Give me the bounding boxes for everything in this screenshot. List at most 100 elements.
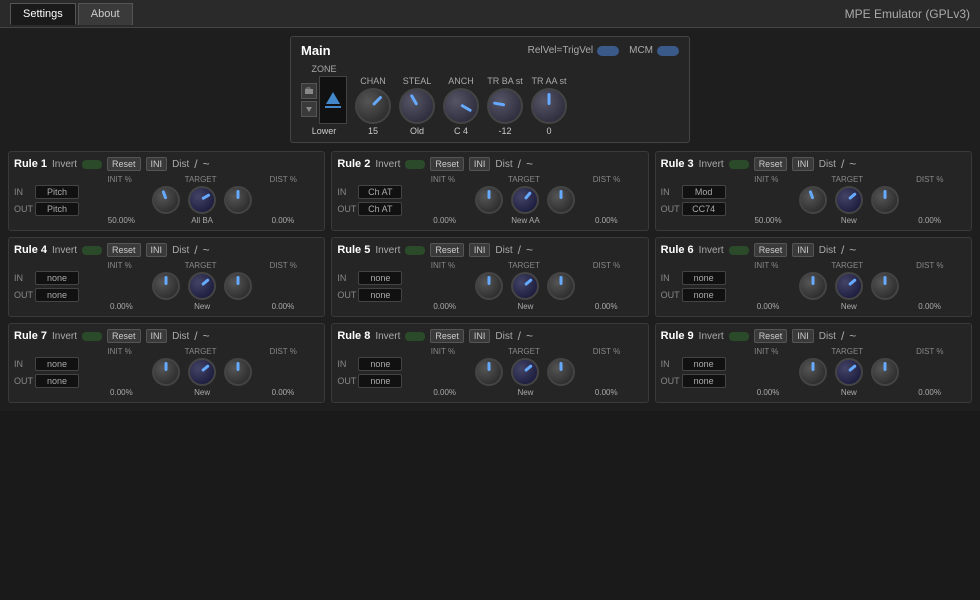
rule-4-ini-btn[interactable]: INI — [146, 243, 168, 257]
rule-1-out-value[interactable]: Pitch — [35, 202, 79, 216]
rule-8-ini-btn[interactable]: INI — [469, 329, 491, 343]
rule-2-invert-toggle[interactable] — [405, 160, 425, 169]
rule-5-wave1-icon[interactable]: / — [518, 243, 521, 257]
rule-2-ini-btn[interactable]: INI — [469, 157, 491, 171]
rule-4-wave1-icon[interactable]: / — [194, 243, 197, 257]
tr-ba-knob[interactable] — [487, 88, 523, 124]
rule-6-reset-btn[interactable]: Reset — [754, 243, 788, 257]
rule-4-target-knob[interactable] — [188, 272, 216, 300]
rule-6-target-knob[interactable] — [835, 272, 863, 300]
rule-5-invert-toggle[interactable] — [405, 246, 425, 255]
rule-2-wave2-icon[interactable]: ~ — [526, 157, 533, 171]
rule-6-in-value[interactable]: none — [682, 271, 726, 285]
rule-6-out-value[interactable]: none — [682, 288, 726, 302]
rule-8-wave1-icon[interactable]: / — [518, 329, 521, 343]
rule-6-wave2-icon[interactable]: ~ — [849, 243, 856, 257]
tab-about[interactable]: About — [78, 3, 133, 25]
rule-5-out-value[interactable]: none — [358, 288, 402, 302]
rule-7-ini-btn[interactable]: INI — [146, 329, 168, 343]
rule-2-reset-btn[interactable]: Reset — [430, 157, 464, 171]
rule-4-in-value[interactable]: none — [35, 271, 79, 285]
rule-4-dist-knob[interactable] — [224, 272, 252, 300]
rule-3-wave2-icon[interactable]: ~ — [849, 157, 856, 171]
rule-5-target-knob[interactable] — [511, 272, 539, 300]
rule-8-init-knob[interactable] — [475, 358, 503, 386]
rule-6-init-knob[interactable] — [799, 272, 827, 300]
rule-8-invert-toggle[interactable] — [405, 332, 425, 341]
rule-1-reset-btn[interactable]: Reset — [107, 157, 141, 171]
rule-3-reset-btn[interactable]: Reset — [754, 157, 788, 171]
rule-3-in-value[interactable]: Mod — [682, 185, 726, 199]
zone-folder-btn[interactable] — [301, 83, 317, 99]
rule-4-out-value[interactable]: none — [35, 288, 79, 302]
rule-1-dist-knob[interactable] — [224, 186, 252, 214]
rule-1-ini-btn[interactable]: INI — [146, 157, 168, 171]
rule-7-reset-btn[interactable]: Reset — [107, 329, 141, 343]
rule-9-wave1-icon[interactable]: / — [841, 329, 844, 343]
rule-7-target-knob[interactable] — [188, 358, 216, 386]
rule-7-wave1-icon[interactable]: / — [194, 329, 197, 343]
rule-4-invert-toggle[interactable] — [82, 246, 102, 255]
rule-3-wave1-icon[interactable]: / — [841, 157, 844, 171]
rule-8-in-value[interactable]: none — [358, 357, 402, 371]
rule-2-out-value[interactable]: Ch AT — [358, 202, 402, 216]
rule-3-target-knob[interactable] — [835, 186, 863, 214]
rule-9-invert-toggle[interactable] — [729, 332, 749, 341]
rule-5-in-value[interactable]: none — [358, 271, 402, 285]
rule-3-out-value[interactable]: CC74 — [682, 202, 726, 216]
chan-knob[interactable] — [355, 88, 391, 124]
rule-1-target-knob[interactable] — [188, 186, 216, 214]
rule-3-invert-toggle[interactable] — [729, 160, 749, 169]
tr-aa-knob[interactable] — [531, 88, 567, 124]
rule-5-wave2-icon[interactable]: ~ — [526, 243, 533, 257]
rule-4-wave2-icon[interactable]: ~ — [203, 243, 210, 257]
rule-5-init-knob[interactable] — [475, 272, 503, 300]
rule-6-dist-knob[interactable] — [871, 272, 899, 300]
rule-6-ini-btn[interactable]: INI — [792, 243, 814, 257]
rule-2-init-knob[interactable] — [475, 186, 503, 214]
rule-9-reset-btn[interactable]: Reset — [754, 329, 788, 343]
rule-4-reset-btn[interactable]: Reset — [107, 243, 141, 257]
rule-8-target-knob[interactable] — [511, 358, 539, 386]
rule-8-dist-knob[interactable] — [547, 358, 575, 386]
rule-2-in-value[interactable]: Ch AT — [358, 185, 402, 199]
rule-5-dist-knob[interactable] — [547, 272, 575, 300]
rule-3-dist-knob[interactable] — [871, 186, 899, 214]
rule-3-init-knob[interactable] — [799, 186, 827, 214]
zone-down-btn[interactable] — [301, 101, 317, 117]
rule-2-wave1-icon[interactable]: / — [518, 157, 521, 171]
rule-9-ini-btn[interactable]: INI — [792, 329, 814, 343]
rule-1-wave1-icon[interactable]: / — [194, 157, 197, 171]
rule-7-in-value[interactable]: none — [35, 357, 79, 371]
mcm-toggle[interactable] — [657, 46, 679, 56]
rule-1-in-value[interactable]: Pitch — [35, 185, 79, 199]
rule-6-wave1-icon[interactable]: / — [841, 243, 844, 257]
rule-9-init-knob[interactable] — [799, 358, 827, 386]
rule-6-invert-toggle[interactable] — [729, 246, 749, 255]
rule-9-in-value[interactable]: none — [682, 357, 726, 371]
rule-7-out-value[interactable]: none — [35, 374, 79, 388]
rule-8-wave2-icon[interactable]: ~ — [526, 329, 533, 343]
rule-5-ini-btn[interactable]: INI — [469, 243, 491, 257]
tab-settings[interactable]: Settings — [10, 3, 76, 25]
rule-8-reset-btn[interactable]: Reset — [430, 329, 464, 343]
rule-1-invert-toggle[interactable] — [82, 160, 102, 169]
rule-9-wave2-icon[interactable]: ~ — [849, 329, 856, 343]
rule-9-dist-knob[interactable] — [871, 358, 899, 386]
rule-7-init-knob[interactable] — [152, 358, 180, 386]
rule-7-dist-knob[interactable] — [224, 358, 252, 386]
rule-9-target-knob[interactable] — [835, 358, 863, 386]
rule-4-init-knob[interactable] — [152, 272, 180, 300]
rule-1-wave2-icon[interactable]: ~ — [203, 157, 210, 171]
rule-2-target-knob[interactable] — [511, 186, 539, 214]
rule-1-init-knob[interactable] — [152, 186, 180, 214]
rule-2-dist-knob[interactable] — [547, 186, 575, 214]
steal-knob[interactable] — [399, 88, 435, 124]
rule-7-invert-toggle[interactable] — [82, 332, 102, 341]
rule-3-ini-btn[interactable]: INI — [792, 157, 814, 171]
anch-knob[interactable] — [443, 88, 479, 124]
rule-5-reset-btn[interactable]: Reset — [430, 243, 464, 257]
rel-vel-toggle[interactable] — [597, 46, 619, 56]
rule-8-out-value[interactable]: none — [358, 374, 402, 388]
rule-9-out-value[interactable]: none — [682, 374, 726, 388]
